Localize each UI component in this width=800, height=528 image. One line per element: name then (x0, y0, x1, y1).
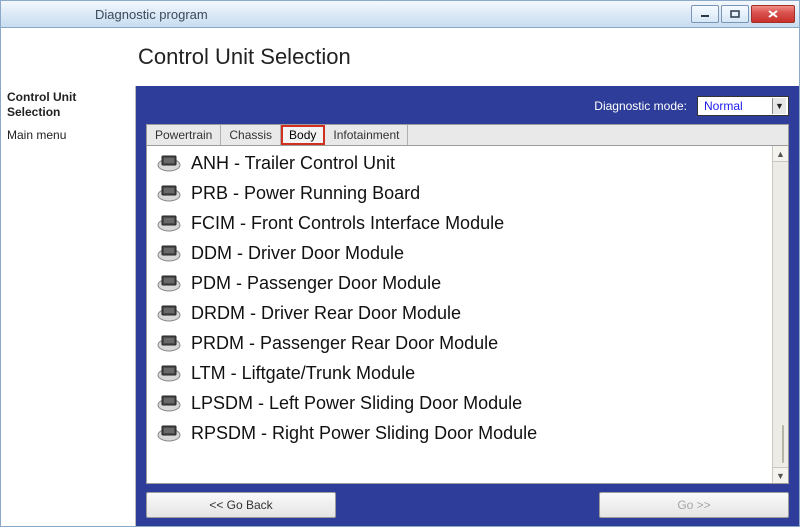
module-chip-icon (157, 423, 181, 443)
module-chip-icon (157, 213, 181, 233)
scrollbar[interactable]: ▲ ▼ (772, 146, 788, 483)
list-item[interactable]: LTM - Liftgate/Trunk Module (147, 358, 772, 388)
diagnostic-mode-value: Normal (704, 99, 743, 113)
brand-logo (1, 28, 136, 86)
list-item[interactable]: DRDM - Driver Rear Door Module (147, 298, 772, 328)
module-chip-icon (157, 393, 181, 413)
close-button[interactable] (751, 5, 795, 23)
module-label: LTM - Liftgate/Trunk Module (191, 363, 415, 384)
module-label: ANH - Trailer Control Unit (191, 153, 395, 174)
sidebar-item-main-menu[interactable]: Main menu (7, 128, 129, 142)
module-label: PRDM - Passenger Rear Door Module (191, 333, 498, 354)
module-label: LPSDM - Left Power Sliding Door Module (191, 393, 522, 414)
list-item[interactable]: RPSDM - Right Power Sliding Door Module (147, 418, 772, 448)
module-label: DDM - Driver Door Module (191, 243, 404, 264)
list-item[interactable]: FCIM - Front Controls Interface Module (147, 208, 772, 238)
module-listbox: ANH - Trailer Control Unit PRB - Power Ru… (146, 145, 789, 484)
sidebar: Control Unit Selection Main menu (1, 86, 136, 526)
list-item[interactable]: PDM - Passenger Door Module (147, 268, 772, 298)
page-title: Control Unit Selection (136, 44, 351, 70)
module-label: PRB - Power Running Board (191, 183, 420, 204)
sidebar-title-line2: Selection (7, 105, 60, 119)
diagnostic-mode-select[interactable]: Normal ▼ (697, 96, 789, 116)
list-item[interactable]: ANH - Trailer Control Unit (147, 148, 772, 178)
window-title: Diagnostic program (29, 7, 208, 22)
content-panel: Diagnostic mode: Normal ▼ PowertrainChas… (136, 86, 799, 526)
module-chip-icon (157, 333, 181, 353)
module-list: ANH - Trailer Control Unit PRB - Power Ru… (147, 146, 772, 483)
module-chip-icon (157, 363, 181, 383)
list-item[interactable]: PRDM - Passenger Rear Door Module (147, 328, 772, 358)
scroll-down-button[interactable]: ▼ (773, 467, 788, 483)
minimize-button[interactable] (691, 5, 719, 23)
list-item[interactable]: PRB - Power Running Board (147, 178, 772, 208)
sidebar-section-title: Control Unit Selection (7, 90, 129, 120)
app-icon (9, 6, 25, 22)
diagnostic-mode-row: Diagnostic mode: Normal ▼ (146, 94, 789, 118)
module-label: PDM - Passenger Door Module (191, 273, 441, 294)
module-chip-icon (157, 243, 181, 263)
tab-infotainment[interactable]: Infotainment (325, 125, 408, 145)
tab-powertrain[interactable]: Powertrain (147, 125, 221, 145)
tab-chassis[interactable]: Chassis (221, 125, 281, 145)
chevron-down-icon: ▼ (772, 98, 786, 114)
scroll-up-button[interactable]: ▲ (773, 146, 788, 162)
list-item[interactable]: LPSDM - Left Power Sliding Door Module (147, 388, 772, 418)
module-chip-icon (157, 153, 181, 173)
maximize-button[interactable] (721, 5, 749, 23)
diagnostic-mode-label: Diagnostic mode: (594, 99, 687, 113)
scroll-thumb[interactable] (782, 425, 784, 463)
window-titlebar: Diagnostic program (0, 0, 800, 28)
sidebar-title-line1: Control Unit (7, 90, 76, 104)
go-button: Go >> (599, 492, 789, 518)
module-label: DRDM - Driver Rear Door Module (191, 303, 461, 324)
go-back-button[interactable]: << Go Back (146, 492, 336, 518)
module-label: FCIM - Front Controls Interface Module (191, 213, 504, 234)
tabstrip: PowertrainChassisBodyInfotainment (146, 124, 789, 145)
list-item[interactable]: DDM - Driver Door Module (147, 238, 772, 268)
module-label: RPSDM - Right Power Sliding Door Module (191, 423, 537, 444)
tab-body[interactable]: Body (281, 125, 325, 145)
module-chip-icon (157, 183, 181, 203)
module-chip-icon (157, 303, 181, 323)
button-row: << Go Back Go >> (146, 492, 789, 518)
header: Control Unit Selection (0, 28, 800, 86)
module-chip-icon (157, 273, 181, 293)
